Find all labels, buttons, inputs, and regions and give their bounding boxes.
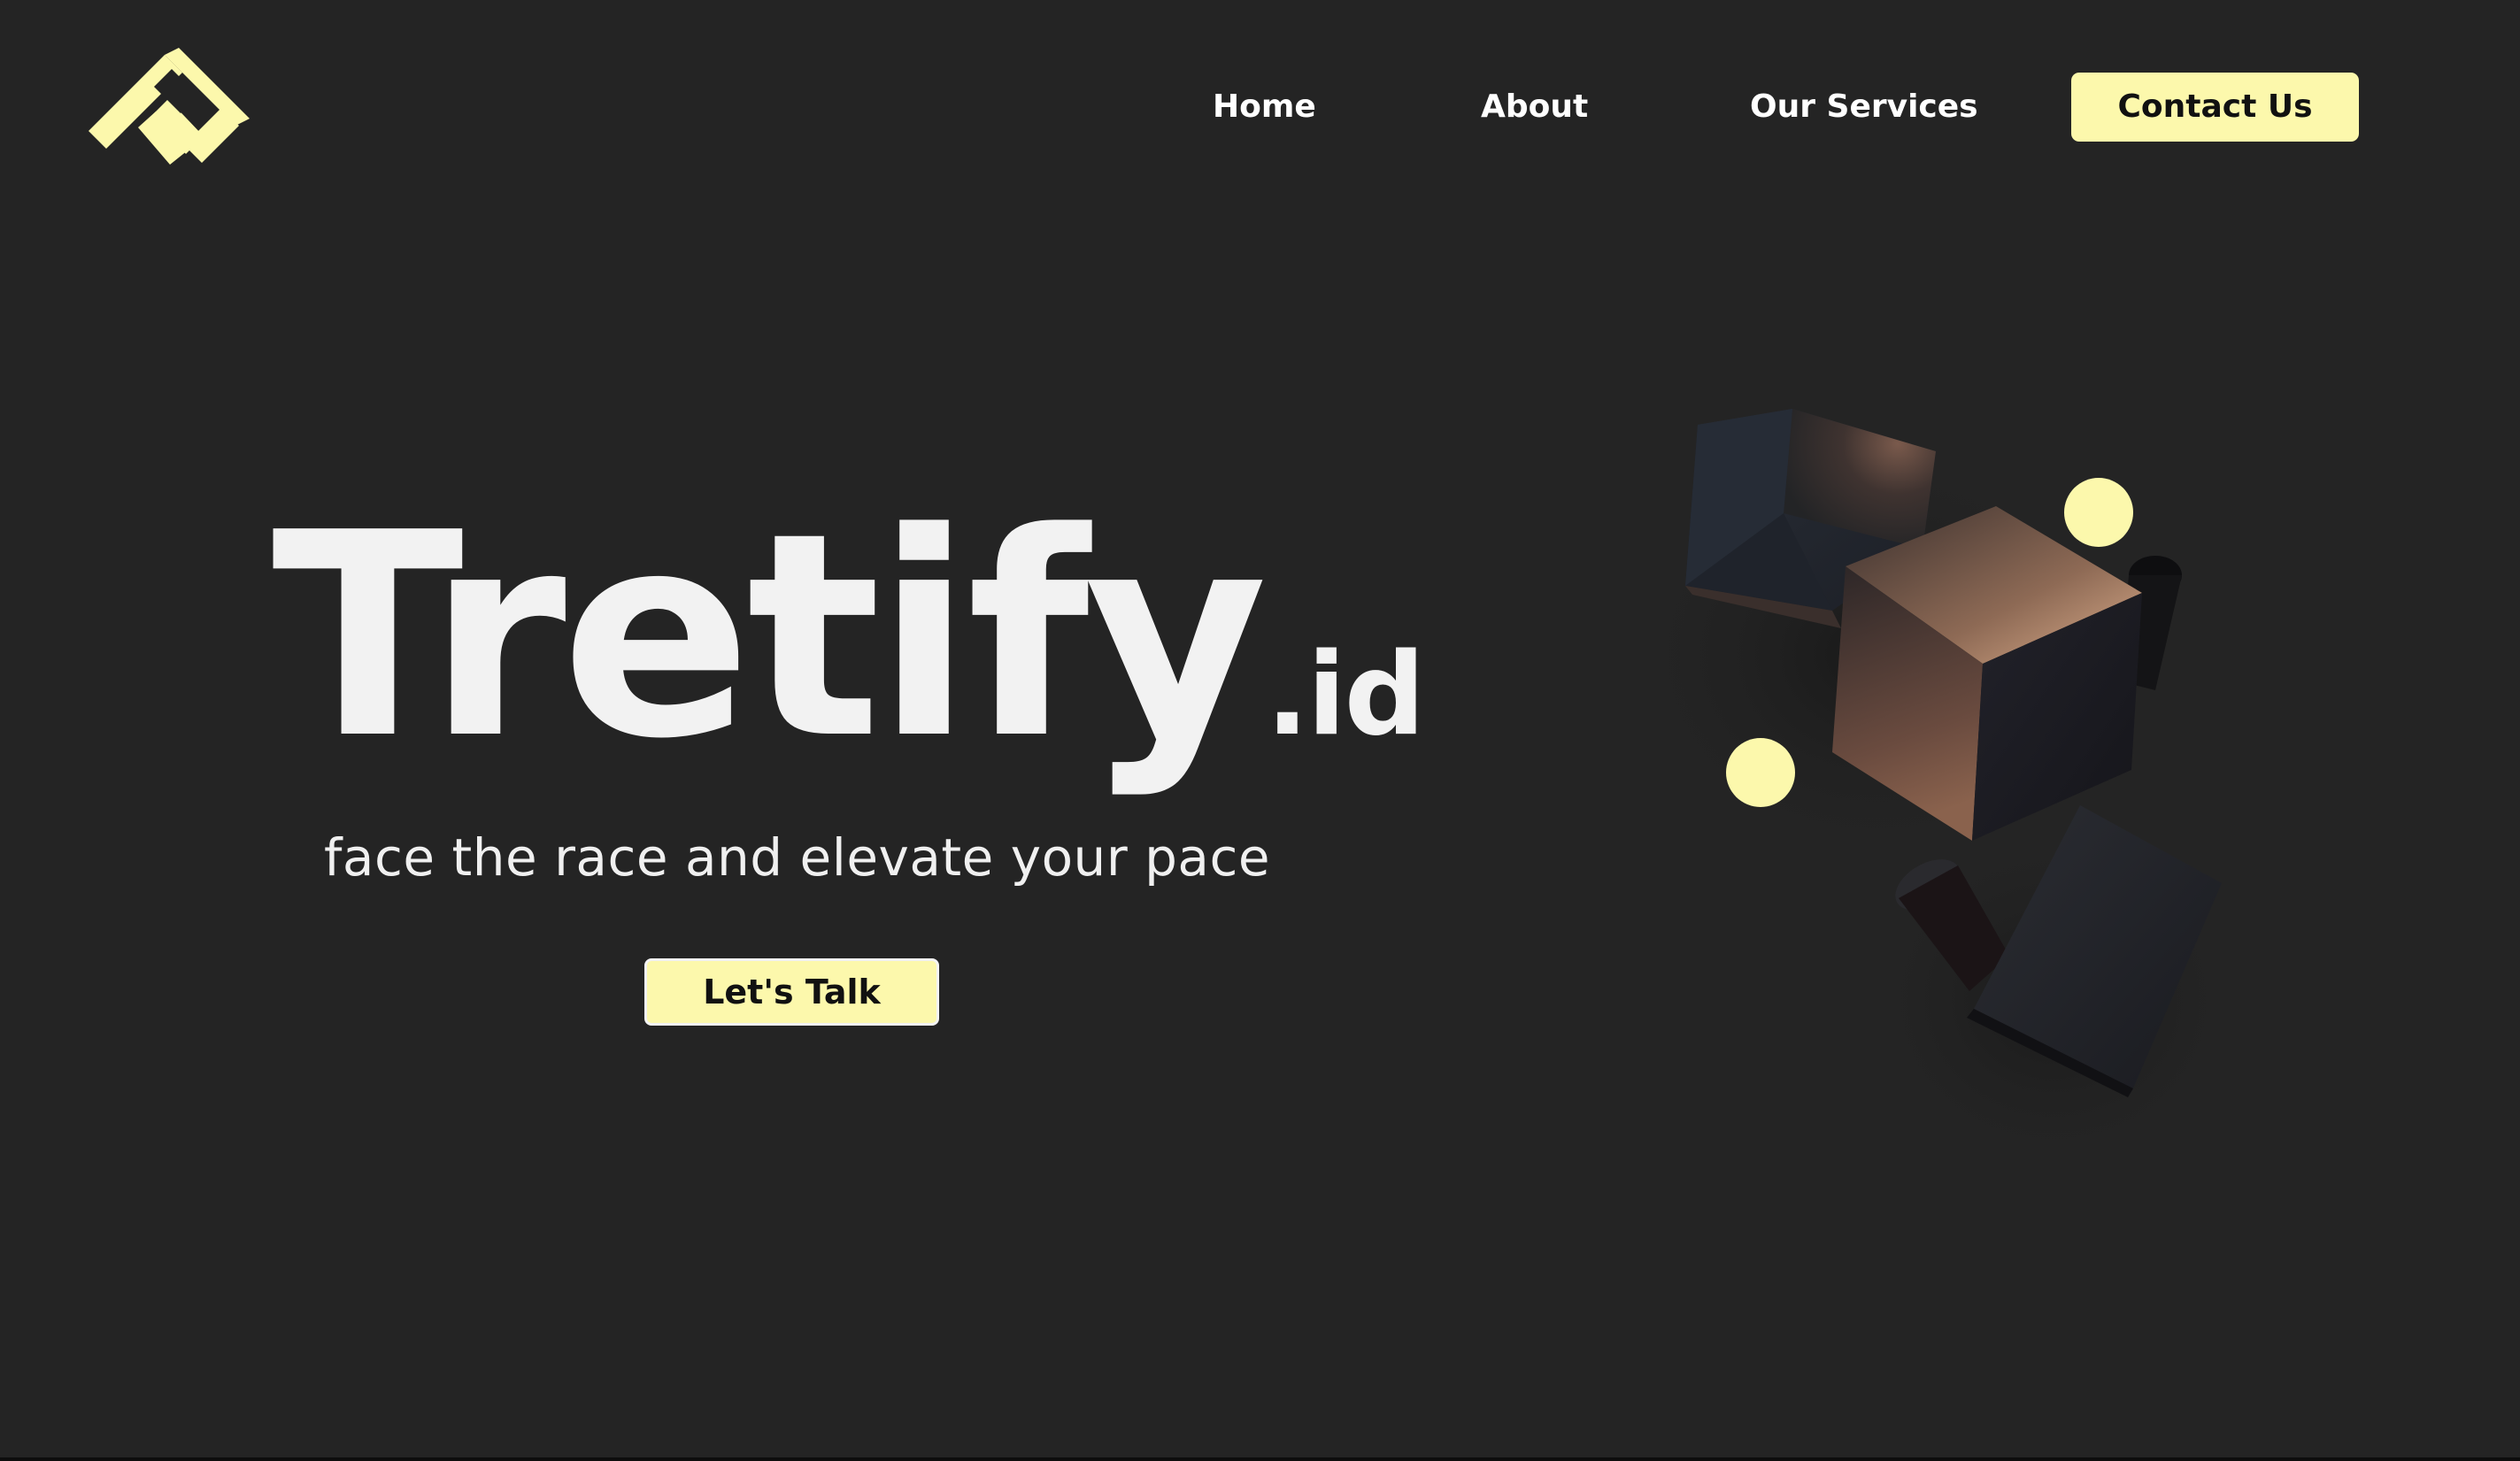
landing-page: Home About Our Services Contact Us Treti… xyxy=(0,0,2520,1457)
hero-3d-shapes-illustration xyxy=(1611,381,2284,1177)
bottom-edge xyxy=(0,1457,2520,1461)
lets-talk-button[interactable]: Let's Talk xyxy=(644,958,939,1026)
hero-brand-title: Tretify.id xyxy=(272,496,1425,777)
site-header: Home About Our Services Contact Us xyxy=(0,0,2520,212)
brand-tld: .id xyxy=(1266,629,1425,761)
brand-name: Tretify xyxy=(272,473,1268,800)
hero-tagline: face the race and elevate your pace xyxy=(324,827,1271,888)
diamond-logo-icon[interactable] xyxy=(85,44,250,165)
nav-our-services-link[interactable]: Our Services xyxy=(1750,85,1978,129)
contact-us-button[interactable]: Contact Us xyxy=(2071,73,2359,142)
nav-home-link[interactable]: Home xyxy=(1213,85,1316,129)
nav-about-link[interactable]: About xyxy=(1481,85,1588,129)
